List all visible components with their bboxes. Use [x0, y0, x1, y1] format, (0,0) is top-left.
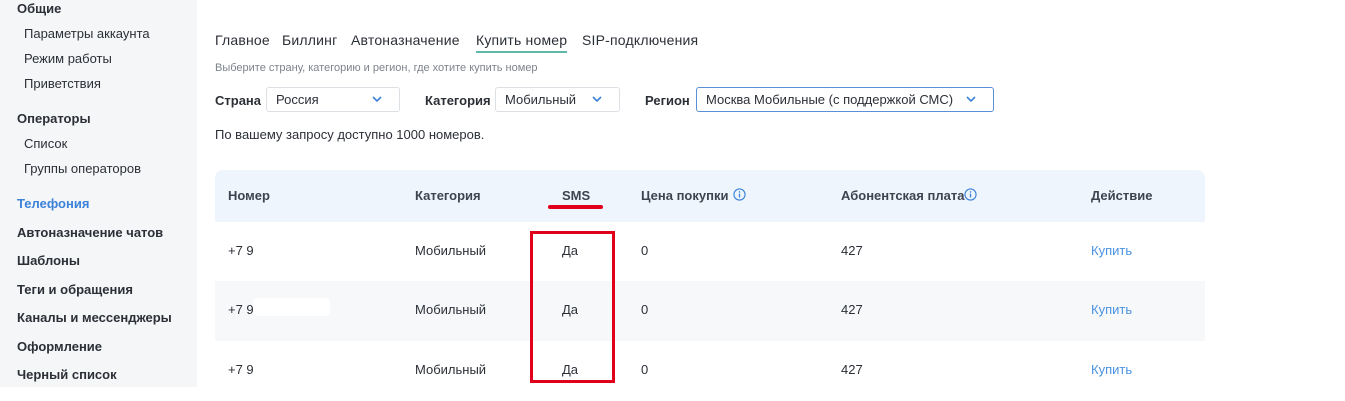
chevron-down-icon: [372, 96, 382, 103]
country-value: Россия: [276, 92, 319, 107]
country-label: Страна: [215, 93, 262, 108]
sidebar-item-greetings[interactable]: Приветствия: [24, 76, 101, 91]
region-label: Регион: [645, 93, 690, 108]
region-value: Москва Мобильные (с поддержкой СМС): [706, 92, 954, 107]
tab-buy-number[interactable]: Купить номер: [476, 32, 568, 53]
sidebar-heading-general: Общие: [17, 1, 62, 16]
buy-link[interactable]: Купить: [1091, 362, 1132, 377]
buy-link[interactable]: Купить: [1091, 243, 1132, 258]
cell-fee: 427: [841, 362, 863, 377]
chevron-down-icon: [966, 96, 976, 103]
sidebar: Общие Параметры аккаунта Режим работы Пр…: [0, 0, 197, 387]
sidebar-item-operator-groups[interactable]: Группы операторов: [24, 161, 141, 176]
buy-link[interactable]: Купить: [1091, 302, 1132, 317]
category-label: Категория: [425, 93, 491, 108]
tab-auto-assign[interactable]: Автоназначение: [351, 32, 460, 48]
sidebar-item-operator-list[interactable]: Список: [24, 136, 67, 151]
sidebar-item-channels[interactable]: Каналы и мессенджеры: [17, 310, 172, 325]
sidebar-heading-operators: Операторы: [17, 111, 91, 126]
cell-price: 0: [641, 362, 649, 377]
category-select[interactable]: Мобильный: [495, 87, 620, 112]
info-icon[interactable]: [733, 188, 746, 201]
header-category: Категория: [415, 188, 481, 203]
sidebar-item-chat-assignment[interactable]: Автоназначение чатов: [17, 225, 163, 240]
country-select[interactable]: Россия: [266, 87, 400, 112]
chevron-down-icon: [592, 96, 602, 103]
sidebar-item-appearance[interactable]: Оформление: [17, 339, 102, 354]
page-hint: Выберите страну, категорию и регион, где…: [215, 62, 538, 74]
table-row: +7 9 Мобильный Да 0 427 Купить: [215, 341, 1205, 401]
table-row: +7 9 Мобильный Да 0 427 Купить: [215, 222, 1205, 282]
cell-price: 0: [641, 302, 649, 317]
cell-category: Мобильный: [415, 302, 487, 317]
result-count: По вашему запросу доступно 1000 номеров.: [215, 127, 485, 142]
cell-category: Мобильный: [415, 243, 487, 258]
cell-number: +7 9: [228, 302, 254, 317]
cell-number: +7 9: [228, 362, 254, 377]
header-number: Номер: [228, 188, 270, 203]
region-select[interactable]: Москва Мобильные (с поддержкой СМС): [696, 87, 994, 112]
sidebar-item-account-settings[interactable]: Параметры аккаунта: [24, 26, 150, 41]
cell-price: 0: [641, 243, 649, 258]
redaction-mask: [253, 298, 330, 316]
sidebar-item-work-mode[interactable]: Режим работы: [24, 51, 112, 66]
sidebar-item-tags[interactable]: Теги и обращения: [17, 282, 133, 297]
header-action: Действие: [1091, 188, 1153, 203]
header-subscription-fee: Абонентская плата: [841, 188, 965, 203]
info-icon[interactable]: [964, 188, 977, 201]
cell-number: +7 9: [228, 243, 254, 258]
header-sms: SMS: [562, 188, 591, 203]
cell-category: Мобильный: [415, 362, 487, 377]
table-header: Номер Категория SMS Цена покупки Абонент…: [215, 170, 1205, 222]
cell-fee: 427: [841, 243, 863, 258]
sidebar-item-blacklist[interactable]: Черный список: [17, 367, 117, 382]
header-purchase-price: Цена покупки: [641, 188, 729, 203]
table-row: +7 9 Мобильный Да 0 427 Купить: [215, 281, 1205, 341]
sidebar-item-templates[interactable]: Шаблоны: [17, 253, 80, 268]
category-value: Мобильный: [505, 92, 577, 107]
sidebar-item-telephony[interactable]: Телефония: [17, 196, 89, 211]
tab-sip[interactable]: SIP-подключения: [582, 32, 698, 48]
annotation-box: [530, 231, 615, 383]
cell-fee: 427: [841, 302, 863, 317]
tab-billing[interactable]: Биллинг: [282, 32, 337, 48]
annotation-underline: [548, 205, 603, 209]
tab-main[interactable]: Главное: [215, 32, 270, 48]
